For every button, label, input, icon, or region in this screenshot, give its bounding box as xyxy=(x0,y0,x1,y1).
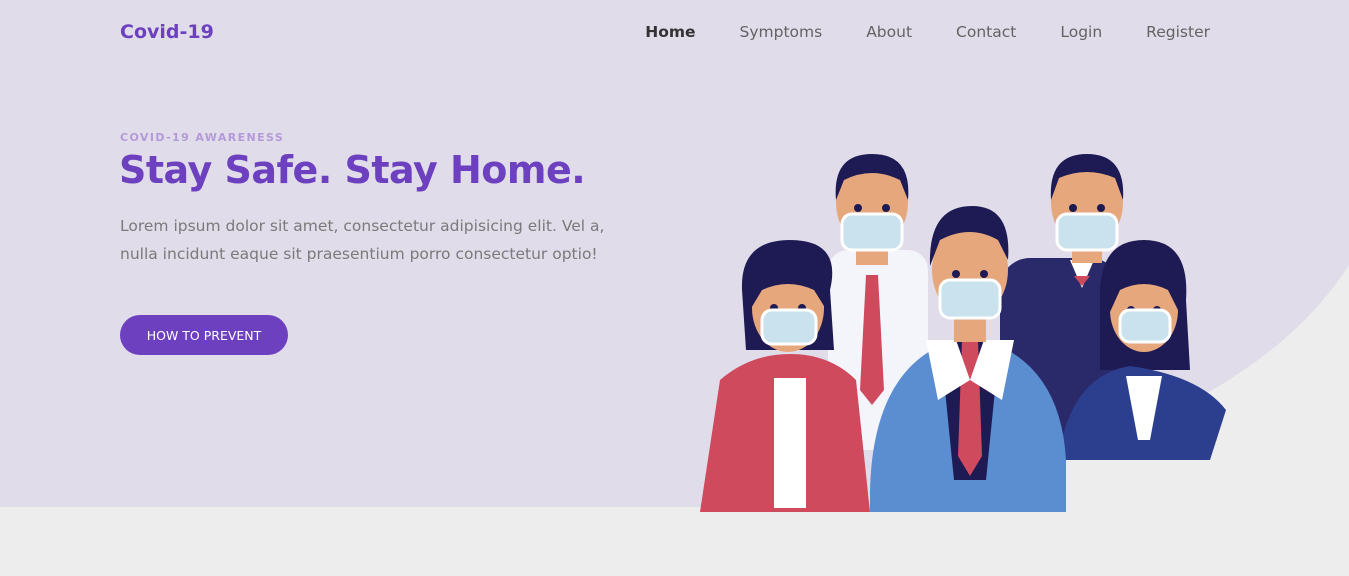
brand-logo[interactable]: Covid-19 xyxy=(120,21,214,43)
nav-login[interactable]: Login xyxy=(1060,23,1102,41)
hero-eyebrow: COVID-19 AWARENESS xyxy=(120,131,285,144)
nav-register[interactable]: Register xyxy=(1146,23,1210,41)
masked-people-illustration xyxy=(700,154,1226,512)
nav-about[interactable]: About xyxy=(866,23,912,41)
hero-description: Lorem ipsum dolor sit amet, consectetur … xyxy=(120,217,605,263)
how-to-prevent-button[interactable]: HOW TO PREVENT xyxy=(120,315,288,355)
nav-symptoms[interactable]: Symptoms xyxy=(740,23,823,41)
main-nav: Home Symptoms About Contact Login Regist… xyxy=(645,23,1210,41)
nav-contact[interactable]: Contact xyxy=(956,23,1016,41)
hero-title: Stay Safe. Stay Home. xyxy=(119,148,586,192)
nav-home[interactable]: Home xyxy=(645,23,695,41)
